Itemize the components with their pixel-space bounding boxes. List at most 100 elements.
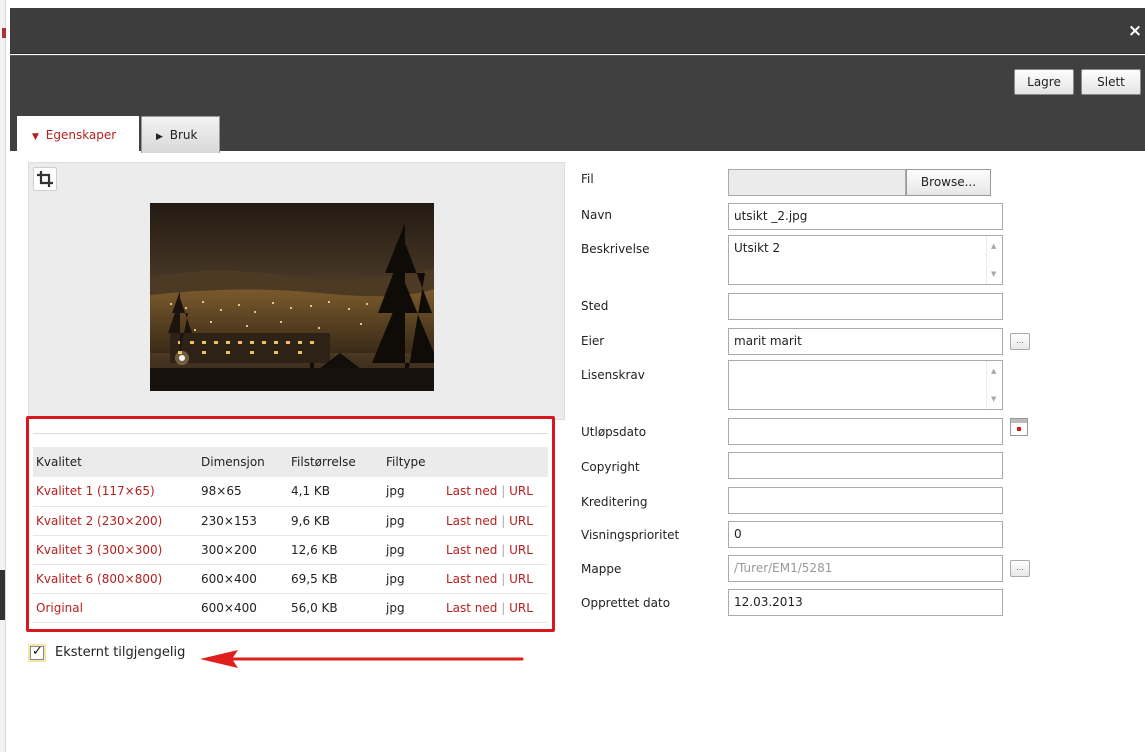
folder-field: /Turer/EM1/5281 [728,555,1003,582]
close-icon[interactable]: × [1127,23,1143,40]
table-row: Original 600×400 56,0 KB jpg Last ned | … [33,593,548,623]
calendar-dot [1017,427,1021,431]
created-date-field[interactable]: 12.03.2013 [728,589,1003,616]
external-access-checkbox[interactable]: ✓ [30,644,44,660]
quality-table: Kvalitet Dimensjon Filstørrelse Filtype … [33,447,548,623]
download-link[interactable]: Last ned [446,601,497,615]
tab-bruk[interactable]: ▶ Bruk [141,116,220,153]
size-cell: 9,6 KB [288,506,383,536]
download-link[interactable]: Last ned [446,572,497,586]
type-cell: jpg [383,564,443,594]
scroll-down-icon[interactable]: ▼ [991,395,996,403]
dimension-cell: 600×400 [198,593,288,623]
label-eier: Eier [581,334,605,348]
scroll-up-icon[interactable]: ▲ [991,242,996,250]
owner-field[interactable]: marit marit [728,328,1003,355]
label-copyright: Copyright [581,460,640,474]
separator: | [501,600,506,615]
expiry-date-field[interactable] [728,418,1003,445]
label-visningsprioritet: Visningsprioritet [581,528,680,542]
label-lisenskrav: Lisenskrav [581,368,645,382]
dimension-cell: 98×65 [198,477,288,507]
tab-egenskaper[interactable]: ▼ Egenskaper [17,116,139,153]
tab-label: Egenskaper [45,128,117,142]
size-cell: 69,5 KB [288,564,383,594]
credit-field[interactable] [728,487,1003,514]
crop-icon[interactable] [33,167,57,191]
calendar-icon[interactable] [1010,418,1028,436]
download-link[interactable]: Last ned [446,543,497,557]
triangle-down-icon: ▼ [32,132,39,142]
scrollbar[interactable]: ▲ ▼ [986,361,1002,409]
folder-lookup-button[interactable]: ... [1010,560,1030,577]
owner-lookup-button[interactable]: ... [1010,333,1030,350]
image-properties-dialog: × Lagre Slett ▼ Egenskaper ▶ Bruk Kvalit… [10,8,1145,752]
label-utlopsdato: Utløpsdato [581,425,647,439]
check-icon: ✓ [32,644,43,659]
download-link[interactable]: Last ned [446,484,497,498]
url-link[interactable]: URL [509,601,533,615]
background-marker [2,28,6,38]
name-field[interactable]: utsikt _2.jpg [728,203,1003,230]
description-value: Utsikt 2 [734,241,781,255]
scroll-down-icon[interactable]: ▼ [991,270,996,278]
quality-table-highlight: Kvalitet Dimensjon Filstørrelse Filtype … [26,416,555,632]
description-field[interactable]: Utsikt 2 ▲ ▼ [728,235,1003,285]
background-marker [0,570,5,620]
label-opprettet-dato: Opprettet dato [581,596,671,610]
label-kreditering: Kreditering [581,495,648,509]
dimension-cell: 600×400 [198,564,288,594]
table-row: Kvalitet 1 (117×65) 98×65 4,1 KB jpg Las… [33,477,548,507]
table-row: Kvalitet 3 (300×300) 300×200 12,6 KB jpg… [33,535,548,565]
url-link[interactable]: URL [509,484,533,498]
type-cell: jpg [383,593,443,623]
scroll-up-icon[interactable]: ▲ [991,367,996,375]
size-cell: 56,0 KB [288,593,383,623]
separator: | [501,571,506,586]
quality-link[interactable]: Kvalitet 6 (800×800) [36,572,162,586]
url-link[interactable]: URL [509,514,533,528]
size-cell: 4,1 KB [288,477,383,507]
table-header-row: Kvalitet Dimensjon Filstørrelse Filtype [33,447,548,477]
column-header-filstorrelse: Filstørrelse [288,447,383,477]
download-link[interactable]: Last ned [446,514,497,528]
divider [33,433,548,434]
dialog-toolbar: Lagre Slett ▼ Egenskaper ▶ Bruk [10,55,1145,153]
image-preview-panel [28,162,565,420]
calendar-header [1011,419,1027,423]
place-field[interactable] [728,293,1003,320]
label-beskrivelse: Beskrivelse [581,242,650,256]
quality-link[interactable]: Kvalitet 3 (300×300) [36,543,162,557]
delete-button[interactable]: Slett [1081,69,1141,95]
url-link[interactable]: URL [509,543,533,557]
quality-link[interactable]: Kvalitet 1 (117×65) [36,484,155,498]
file-field[interactable] [728,169,906,196]
column-header-kvalitet: Kvalitet [33,447,198,477]
display-priority-field[interactable]: 0 [728,521,1003,548]
column-header-dimensjon: Dimensjon [198,447,288,477]
url-link[interactable]: URL [509,572,533,586]
browse-button[interactable]: Browse... [906,169,991,196]
triangle-right-icon: ▶ [156,132,163,142]
tab-label: Bruk [169,128,198,142]
type-cell: jpg [383,506,443,536]
separator: | [501,484,506,499]
label-fil: Fil [581,172,594,186]
external-access-label[interactable]: Eksternt tilgjengelig [55,645,185,660]
quality-link[interactable]: Kvalitet 2 (230×200) [36,514,162,528]
save-button[interactable]: Lagre [1014,69,1074,95]
quality-link[interactable]: Original [36,601,83,615]
license-field[interactable]: ▲ ▼ [728,360,1003,410]
dimension-cell: 300×200 [198,535,288,565]
separator: | [501,513,506,528]
copyright-field[interactable] [728,452,1003,479]
column-header-filtype: Filtype [383,447,443,477]
size-cell: 12,6 KB [288,535,383,565]
column-header-actions [443,447,548,477]
annotation-arrow-icon [200,650,524,668]
separator: | [501,542,506,557]
type-cell: jpg [383,477,443,507]
label-sted: Sted [581,299,609,313]
scrollbar[interactable]: ▲ ▼ [986,236,1002,284]
type-cell: jpg [383,535,443,565]
